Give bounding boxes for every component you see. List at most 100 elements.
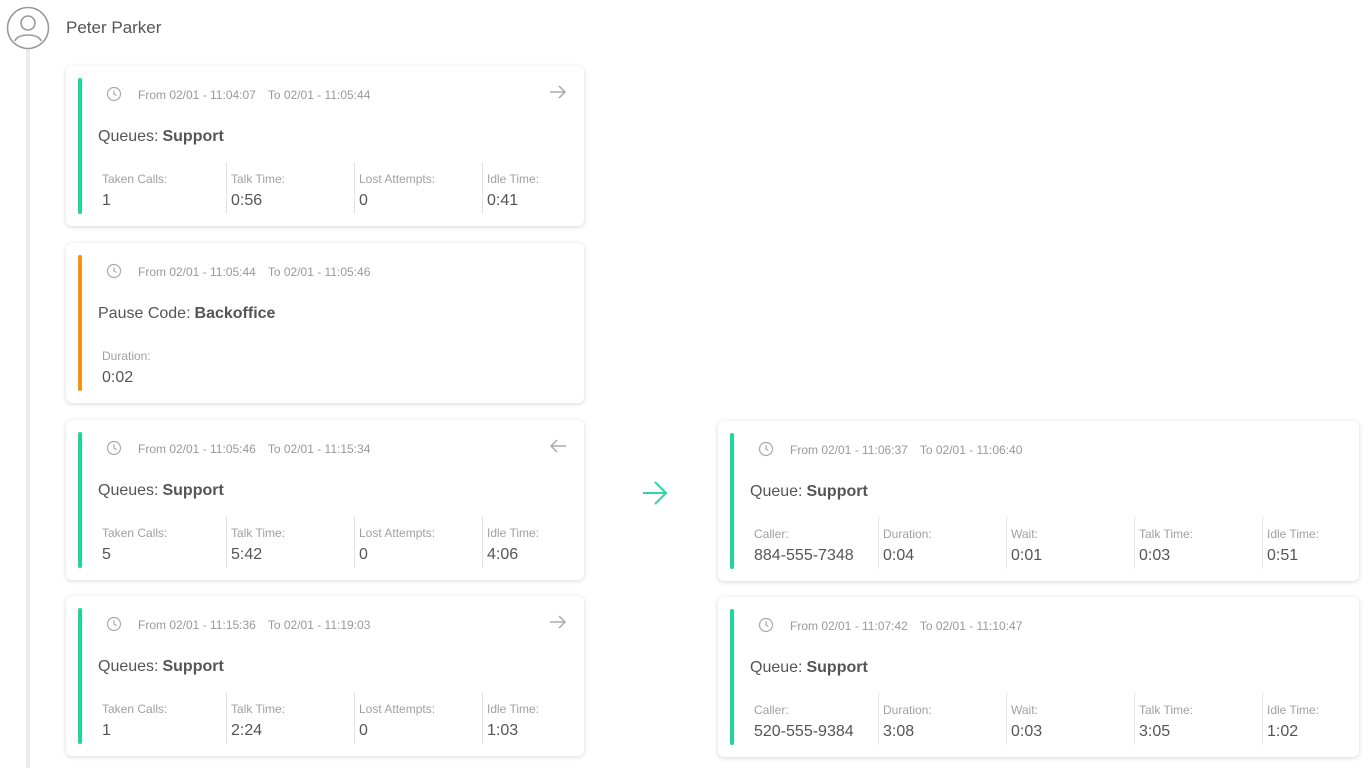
pause-code-headline: Pause Code: Backoffice (98, 305, 275, 323)
stat-idle-time: Idle Time: 0:51 (1262, 517, 1354, 569)
stat-value: 0 (359, 192, 368, 209)
from-time: From 02/01 - 11:07:42 (790, 619, 908, 633)
time-range: From 02/01 - 11:06:37 To 02/01 - 11:06:40 (790, 443, 1022, 457)
stats-row: Taken Calls: 1 Talk Time: 0:56 Lost Attemp… (98, 162, 610, 214)
stat-value: 1:02 (1267, 723, 1299, 740)
headline-value: Support (162, 658, 224, 675)
stat-duration: Duration: 0:04 (878, 517, 1006, 569)
queue-accent-bar (730, 433, 734, 569)
queues-headline: Queues: Support (98, 482, 224, 500)
stat-label: Idle Time: (1267, 703, 1320, 717)
stat-taken-calls: Taken Calls: 1 (98, 692, 226, 744)
time-range: From 02/01 - 11:04:07 To 02/01 - 11:05:44 (138, 88, 370, 102)
stat-value: 884-555-7348 (754, 547, 854, 564)
stat-value: 4:06 (487, 546, 519, 563)
stats-row: Taken Calls: 5 Talk Time: 5:42 Lost Attemp… (98, 516, 610, 568)
headline-label: Queue: (750, 659, 803, 676)
clock-icon (106, 440, 122, 456)
to-time: To 02/01 - 11:05:46 (267, 265, 371, 279)
stat-label: Idle Time: (487, 702, 540, 716)
stat-label: Lost Attempts: (359, 702, 436, 716)
stat-talk-time: Talk Time: 3:05 (1134, 693, 1262, 745)
time-range: From 02/01 - 11:15:36 To 02/01 - 11:19:03 (138, 618, 370, 632)
stat-value: 0:56 (231, 192, 263, 209)
stat-lost-attempts: Lost Attempts: 0 (354, 692, 482, 744)
timeline-line (26, 48, 30, 768)
stat-caller: Caller: 520-555-9384 (750, 693, 878, 745)
headline-label: Pause Code: (98, 305, 191, 322)
stat-value: 1:03 (487, 722, 519, 739)
stat-idle-time: Idle Time: 1:02 (1262, 693, 1354, 745)
to-time: To 02/01 - 11:15:34 (267, 442, 371, 456)
to-time: To 02/01 - 11:05:44 (267, 88, 371, 102)
agent-name: Peter Parker (66, 18, 162, 37)
to-time: To 02/01 - 11:06:40 (919, 443, 1023, 457)
stat-value: 0:03 (1011, 723, 1043, 740)
stat-label: Lost Attempts: (359, 526, 436, 540)
from-time: From 02/01 - 11:06:37 (790, 443, 908, 457)
stat-label: Lost Attempts: (359, 172, 436, 186)
session-card[interactable]: From 02/01 - 11:05:46 To 02/01 - 11:15:34… (66, 420, 584, 580)
stat-caller: Caller: 884-555-7348 (750, 517, 878, 569)
arrow-right-icon[interactable] (548, 84, 568, 100)
headline-label: Queue: (750, 483, 803, 500)
stat-talk-time: Talk Time: 0:56 (226, 162, 354, 214)
queue-accent-bar (78, 608, 82, 744)
stat-value: 0:02 (102, 369, 134, 386)
session-card[interactable]: From 02/01 - 11:15:36 To 02/01 - 11:19:03… (66, 596, 584, 756)
stats-row: Taken Calls: 1 Talk Time: 2:24 Lost Attemp… (98, 692, 610, 744)
arrow-right-icon[interactable] (548, 614, 568, 630)
clock-icon (106, 616, 122, 632)
stat-value: 0:04 (883, 547, 915, 564)
clock-icon (106, 263, 122, 279)
to-time: To 02/01 - 11:10:47 (919, 619, 1023, 633)
stat-wait: Wait: 0:03 (1006, 693, 1134, 745)
stat-value: 1 (102, 722, 111, 739)
stat-label: Talk Time: (231, 702, 286, 716)
stat-label: Wait: (1011, 703, 1038, 717)
time-range: From 02/01 - 11:05:44 To 02/01 - 11:05:46 (138, 265, 370, 279)
stat-label: Idle Time: (1267, 527, 1320, 541)
from-time: From 02/01 - 11:04:07 (138, 88, 256, 102)
stat-value: 3:08 (883, 723, 915, 740)
stat-taken-calls: Taken Calls: 1 (98, 162, 226, 214)
stat-label: Wait: (1011, 527, 1038, 541)
expand-arrow-icon (643, 481, 668, 505)
stat-label: Talk Time: (1139, 527, 1194, 541)
arrow-left-icon[interactable] (548, 438, 568, 454)
queue-accent-bar (78, 78, 82, 214)
headline-value: Support (806, 659, 868, 676)
stat-label: Idle Time: (487, 172, 540, 186)
stat-value: 0 (359, 546, 368, 563)
headline-value: Backoffice (194, 305, 276, 322)
headline-label: Queues: (98, 128, 159, 145)
stat-lost-attempts: Lost Attempts: 0 (354, 162, 482, 214)
stat-idle-time: Idle Time: 4:06 (482, 516, 610, 568)
call-card[interactable]: From 02/01 - 11:07:42 To 02/01 - 11:10:47… (718, 597, 1359, 757)
queue-headline: Queue: Support (750, 659, 868, 677)
stat-label: Caller: (754, 703, 789, 717)
clock-icon (106, 86, 122, 102)
stat-value: 0 (359, 722, 368, 739)
time-range: From 02/01 - 11:07:42 To 02/01 - 11:10:47 (790, 619, 1022, 633)
from-time: From 02/01 - 11:05:44 (138, 265, 256, 279)
session-card[interactable]: From 02/01 - 11:04:07 To 02/01 - 11:05:44… (66, 66, 584, 226)
stat-value: 2:24 (231, 722, 263, 739)
stat-talk-time: Talk Time: 0:03 (1134, 517, 1262, 569)
stats-row: Caller: 520-555-9384 Duration: 3:08 Wait: 0… (750, 693, 1354, 745)
stat-value: 3:05 (1139, 723, 1171, 740)
stat-duration: Duration: 0:02 (98, 339, 226, 391)
stat-wait: Wait: 0:01 (1006, 517, 1134, 569)
stat-label: Taken Calls: (102, 702, 168, 716)
queue-accent-bar (78, 432, 82, 568)
stat-taken-calls: Taken Calls: 5 (98, 516, 226, 568)
stat-label: Duration: (883, 703, 932, 717)
headline-value: Support (162, 128, 224, 145)
pause-accent-bar (78, 255, 82, 391)
call-card[interactable]: From 02/01 - 11:06:37 To 02/01 - 11:06:40… (718, 421, 1359, 581)
stat-duration: Duration: 3:08 (878, 693, 1006, 745)
user-avatar-icon (6, 6, 50, 50)
pause-card[interactable]: From 02/01 - 11:05:44 To 02/01 - 11:05:46… (66, 243, 584, 403)
headline-value: Support (162, 482, 224, 499)
stat-value: 520-555-9384 (754, 723, 854, 740)
